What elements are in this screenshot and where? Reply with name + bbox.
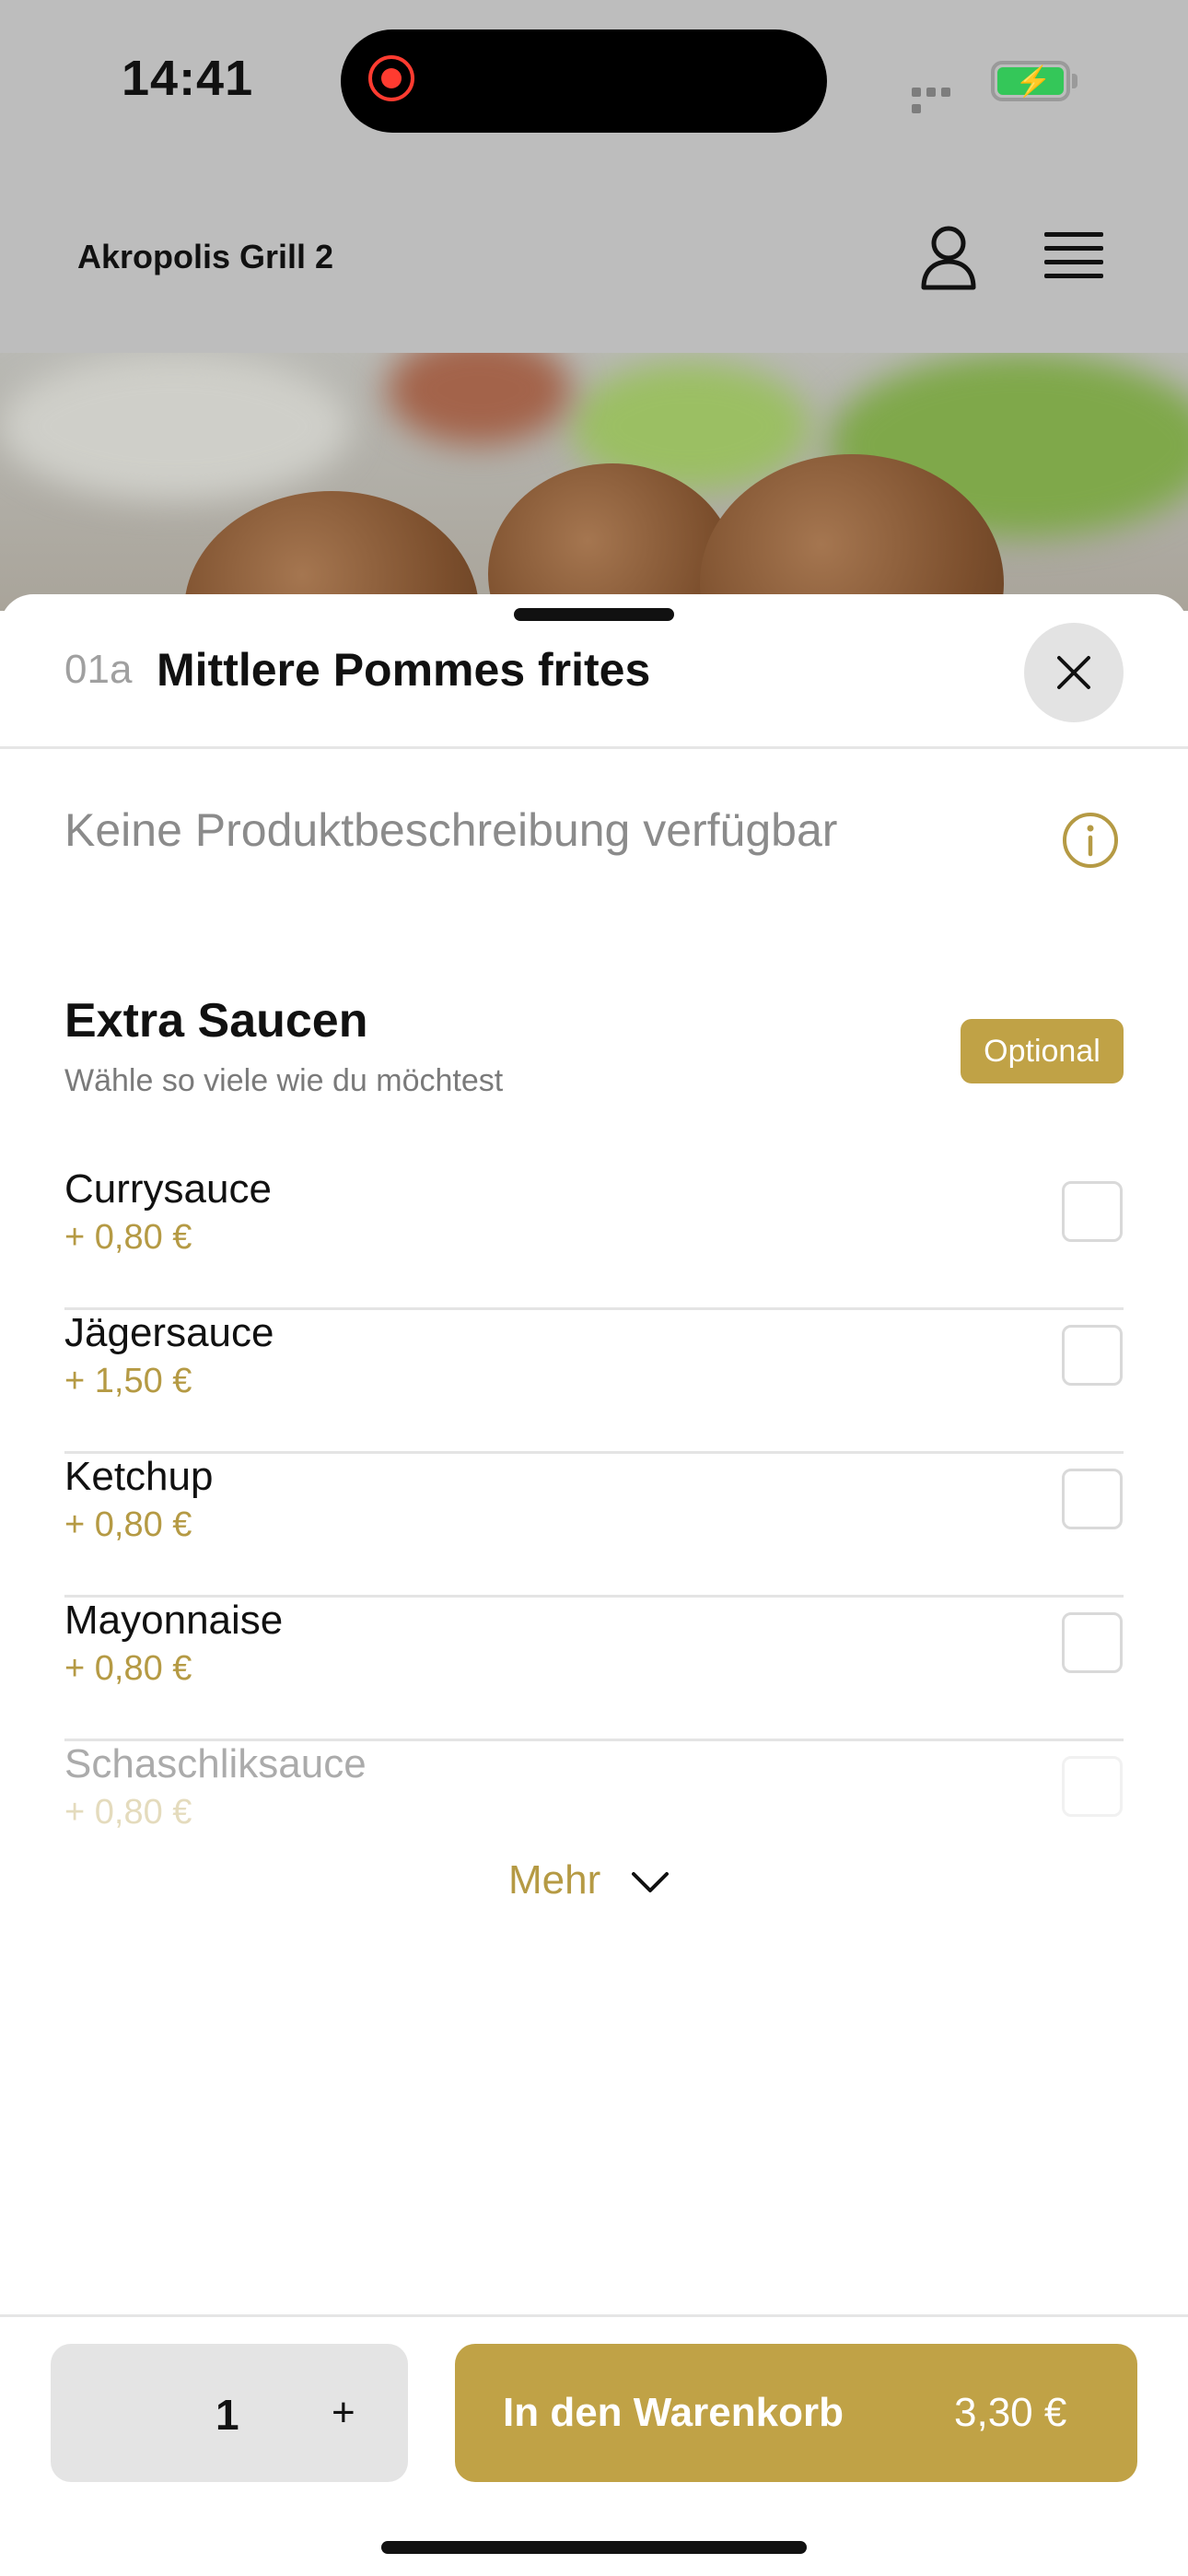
chevron-down-icon[interactable] [630,1868,670,1896]
option-group-title: Extra Saucen [64,994,368,1048]
user-icon[interactable] [919,225,978,291]
product-number: 01a [64,647,133,692]
close-button[interactable] [1024,623,1124,722]
header-divider [0,746,1188,749]
option-row[interactable]: Mayonnaise + 0,80 € [64,1598,1124,1741]
option-name: Schaschliksauce [64,1741,367,1786]
increment-button[interactable]: + [332,2390,355,2436]
info-icon[interactable] [1061,811,1120,870]
option-row[interactable]: Ketchup + 0,80 € [64,1454,1124,1598]
option-group-subtitle: Wähle so viele wie du möchtest [64,1063,504,1098]
option-row[interactable]: Jägersauce + 1,50 € [64,1310,1124,1454]
close-icon [1057,656,1090,689]
option-name: Jägersauce [64,1310,274,1355]
option-name: Mayonnaise [64,1598,284,1643]
option-price: + 0,80 € [64,1649,192,1688]
option-price: + 0,80 € [64,1218,192,1257]
battery-tip [1072,74,1077,88]
restaurant-name[interactable]: Akropolis Grill 2 [77,238,333,276]
optional-badge: Optional [961,1019,1124,1083]
product-hero-image [0,353,1188,611]
menu-icon[interactable] [1044,232,1103,284]
sheet-grabber[interactable] [514,608,674,621]
option-row[interactable]: Currysauce + 0,80 € [64,1166,1124,1310]
add-to-cart-label: In den Warenkorb [503,2390,844,2435]
footer-divider [0,2314,1188,2317]
recording-icon [368,55,414,101]
option-row[interactable]: Schaschliksauce + 0,80 € [64,1741,1124,1843]
product-title: Mittlere Pommes frites [157,644,651,696]
option-price: + 0,80 € [64,1793,192,1832]
option-checkbox[interactable] [1062,1325,1123,1386]
battery-icon: ⚡ [991,61,1070,101]
cart-total-price: 3,30 € [954,2390,1067,2435]
option-checkbox[interactable] [1062,1612,1123,1673]
option-checkbox[interactable] [1062,1756,1123,1817]
status-time: 14:41 [122,51,254,106]
product-description: Keine Produktbeschreibung verfügbar [64,804,838,856]
option-checkbox[interactable] [1062,1469,1123,1529]
option-name: Ketchup [64,1454,214,1499]
option-price: + 1,50 € [64,1362,192,1400]
home-indicator[interactable] [381,2541,807,2554]
signal-icon [912,85,969,113]
more-button[interactable]: Mehr [508,1857,600,1903]
option-name: Currysauce [64,1166,272,1212]
option-price: + 0,80 € [64,1505,192,1544]
option-checkbox[interactable] [1062,1181,1123,1242]
quantity-value: 1 [215,2391,239,2439]
